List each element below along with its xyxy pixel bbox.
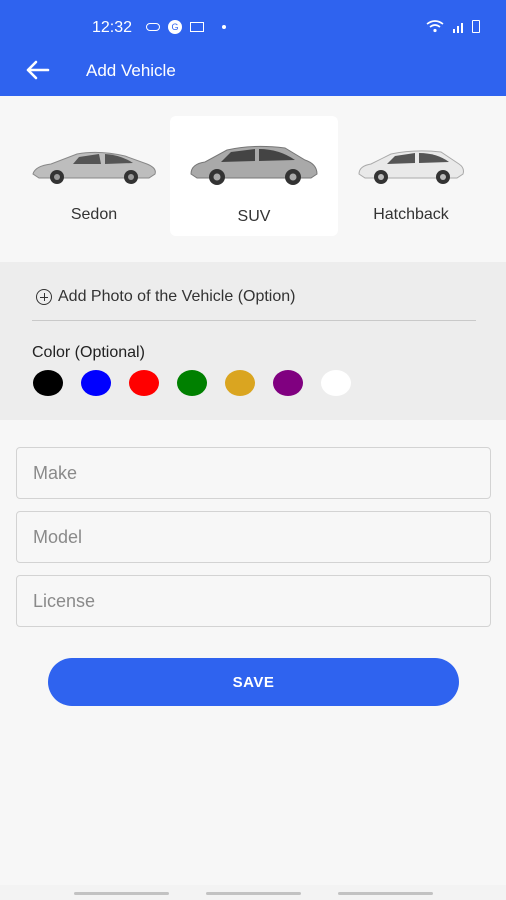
- app-bar: Add Vehicle: [0, 56, 506, 96]
- vehicle-type-suv[interactable]: SUV: [170, 116, 338, 236]
- page-title: Add Vehicle: [86, 61, 176, 80]
- make-input[interactable]: [17, 448, 490, 498]
- color-swatch-green[interactable]: [177, 370, 207, 396]
- vehicle-type-selector: Sedon SUV Hatchback: [0, 96, 506, 260]
- sedan-car-image: [32, 151, 156, 184]
- link-icon: [146, 23, 160, 31]
- nav-recents-button[interactable]: [74, 892, 169, 895]
- vehicle-type-label: Hatchback: [373, 206, 449, 223]
- model-field: [16, 511, 491, 563]
- save-button[interactable]: SAVE: [48, 658, 459, 706]
- add-photo-button[interactable]: Add Photo of the Vehicle (Option): [36, 288, 295, 306]
- mail-icon: [190, 22, 204, 32]
- divider: [32, 320, 476, 321]
- nav-back-button[interactable]: [338, 892, 433, 895]
- color-swatch-red[interactable]: [129, 370, 159, 396]
- suv-car-image: [190, 145, 318, 185]
- vehicle-type-hatchback[interactable]: Hatchback: [327, 116, 495, 236]
- color-swatch-gold[interactable]: [225, 370, 255, 396]
- vehicle-type-sedan[interactable]: Sedon: [10, 116, 178, 236]
- color-swatch-black[interactable]: [33, 370, 63, 396]
- add-circle-icon: [36, 289, 52, 305]
- wifi-icon: [426, 20, 444, 33]
- license-field: [16, 575, 491, 627]
- google-icon: G: [168, 20, 182, 34]
- color-swatch-purple[interactable]: [273, 370, 303, 396]
- hatchback-car-image: [358, 150, 464, 184]
- license-input[interactable]: [17, 576, 490, 626]
- vehicle-options-section: Add Photo of the Vehicle (Option) Color …: [0, 262, 506, 420]
- status-bar: 12:32 G: [0, 0, 506, 56]
- add-photo-label: Add Photo of the Vehicle (Option): [58, 288, 296, 305]
- color-label: Color (Optional): [32, 344, 145, 361]
- model-input[interactable]: [17, 512, 490, 562]
- back-arrow-icon[interactable]: [22, 56, 54, 84]
- battery-icon: [472, 20, 480, 33]
- system-nav-bar: [0, 885, 506, 900]
- color-swatch-white[interactable]: [321, 370, 351, 396]
- make-field: [16, 447, 491, 499]
- notification-dot-icon: [222, 25, 226, 29]
- nav-home-button[interactable]: [206, 892, 301, 895]
- vehicle-type-label: Sedon: [70, 206, 118, 223]
- status-time: 12:32: [92, 19, 133, 36]
- header: 12:32 G Add Vehicle: [0, 0, 506, 96]
- vehicle-type-label: SUV: [237, 208, 271, 225]
- signal-icon: [453, 22, 463, 33]
- color-swatch-blue[interactable]: [81, 370, 111, 396]
